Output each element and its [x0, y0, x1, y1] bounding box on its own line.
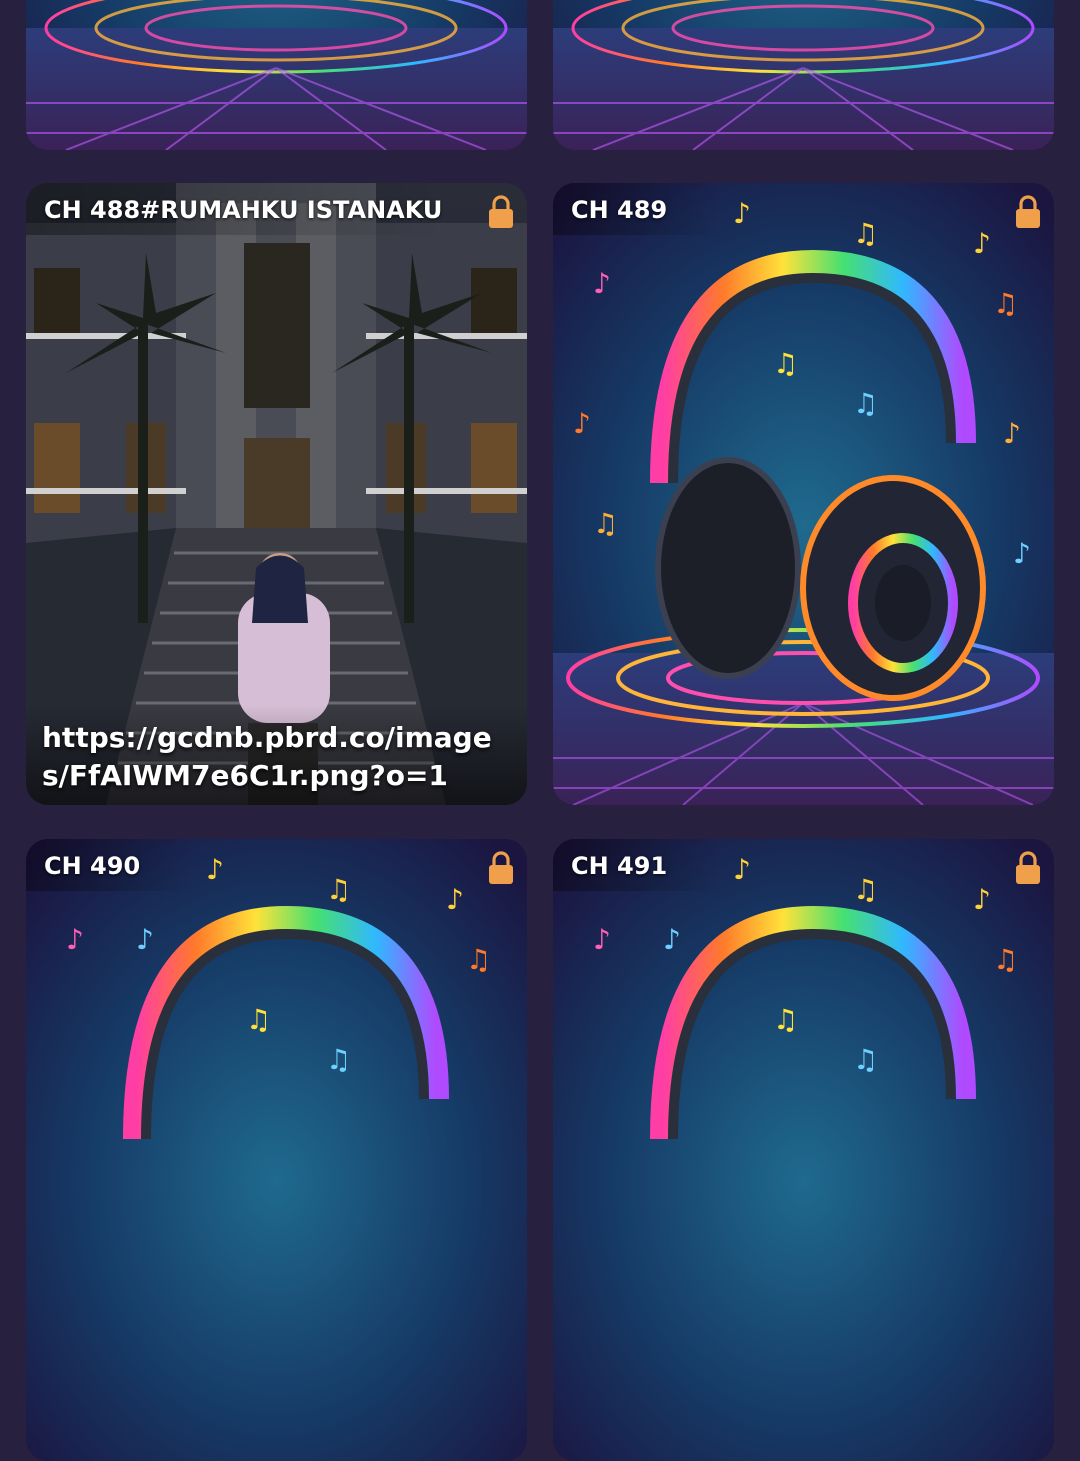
channel-card-488[interactable]: CH 488#RUMAHKU ISTANAKU https://gcdnb.pb… — [26, 183, 527, 805]
svg-text:♫: ♫ — [853, 873, 878, 906]
svg-text:♪: ♪ — [206, 853, 224, 886]
svg-text:♪: ♪ — [446, 883, 464, 916]
svg-text:♫: ♫ — [773, 1003, 798, 1036]
channel-card[interactable] — [26, 0, 527, 150]
svg-text:♪: ♪ — [733, 853, 751, 886]
headphones-artwork: ♪♫ ♪ ♪♫ ♫♫ ♪ — [553, 839, 1054, 1461]
svg-text:♪: ♪ — [1003, 417, 1021, 450]
lock-icon — [489, 851, 513, 884]
svg-text:♫: ♫ — [773, 347, 798, 380]
image-url-caption: https://gcdnb.pbrd.co/images/FfAIWM7e6C1… — [42, 721, 492, 792]
channel-title: CH 490 — [44, 852, 141, 880]
svg-text:♫: ♫ — [993, 943, 1018, 976]
svg-text:♪: ♪ — [663, 923, 681, 956]
svg-text:♫: ♫ — [466, 943, 491, 976]
svg-text:♫: ♫ — [246, 1003, 271, 1036]
svg-text:♪: ♪ — [973, 883, 991, 916]
svg-text:♫: ♫ — [593, 507, 618, 540]
lock-icon — [1016, 195, 1040, 228]
svg-text:♫: ♫ — [853, 217, 878, 250]
svg-text:♪: ♪ — [733, 197, 751, 230]
svg-text:♫: ♫ — [853, 1043, 878, 1076]
lock-icon — [1016, 851, 1040, 884]
svg-text:♪: ♪ — [1013, 537, 1031, 570]
svg-text:♪: ♪ — [136, 923, 154, 956]
lock-icon — [489, 195, 513, 228]
headphones-artwork: ♪♫ ♪ ♪♫ ♫♫ ♪ — [26, 839, 527, 1461]
channel-title: CH 489 — [571, 196, 668, 224]
svg-text:♫: ♫ — [853, 387, 878, 420]
channel-title: CH 491 — [571, 852, 668, 880]
channel-card-490[interactable]: ♪ ♫ ♪ ♪ ♫ ♫ ♫ ♪ CH 490 — [26, 839, 527, 1461]
headphones-artwork: ♪♫ ♪ ♪♫ ♫♫ ♪ ♪ ♫♪ — [553, 183, 1054, 805]
headphones-artwork — [553, 0, 1054, 150]
svg-text:♫: ♫ — [326, 873, 351, 906]
channel-card[interactable] — [553, 0, 1054, 150]
svg-text:♪: ♪ — [593, 267, 611, 300]
channel-card-491[interactable]: ♪ ♫ ♪ ♪ ♫ ♫ ♫ ♪ CH 491 — [553, 839, 1054, 1461]
svg-text:♫: ♫ — [326, 1043, 351, 1076]
channel-card-489[interactable]: ♪ ♫ ♪ ♪ ♫ ♫ ♫ ♪ ♪ ♫ ♪ CH 489 — [553, 183, 1054, 805]
channel-title: CH 488#RUMAHKU ISTANAKU — [44, 196, 443, 224]
svg-text:♪: ♪ — [573, 407, 591, 440]
svg-text:♪: ♪ — [593, 923, 611, 956]
svg-text:♫: ♫ — [993, 287, 1018, 320]
headphones-artwork — [26, 0, 527, 150]
svg-text:♪: ♪ — [66, 923, 84, 956]
channel-grid: CH 488#RUMAHKU ISTANAKU https://gcdnb.pb… — [0, 0, 1080, 1461]
svg-text:♪: ♪ — [973, 227, 991, 260]
